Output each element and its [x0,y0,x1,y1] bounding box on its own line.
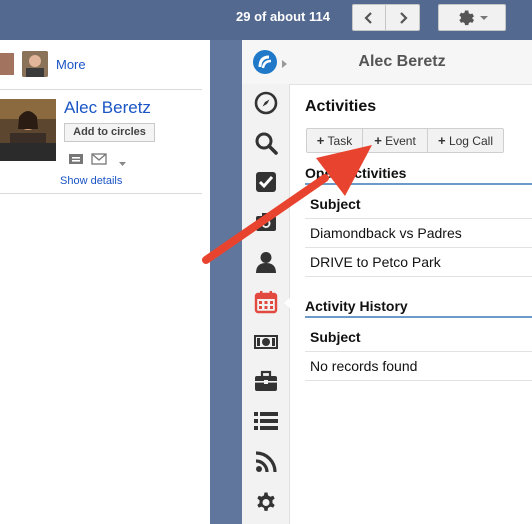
task-label: Task [327,134,353,148]
caret-down-icon[interactable] [118,155,127,173]
briefcase-icon[interactable] [252,367,280,395]
next-button[interactable] [386,4,420,31]
contact-name-link[interactable]: Alec Beretz [64,98,151,118]
row-divider [305,276,532,277]
crm-contact-name: Alec Beretz [358,53,446,70]
camera-icon[interactable] [252,208,280,236]
row-divider [305,247,532,248]
event-label: Event [385,134,416,148]
person-photo-icon [22,51,48,77]
profile-photo[interactable] [0,99,56,161]
divider [0,89,202,90]
divider [0,193,202,194]
section-divider [305,183,532,185]
previous-button[interactable] [352,4,386,31]
empty-state-text: No records found [310,358,418,374]
plus-icon: + [316,133,325,148]
person-icon[interactable] [252,248,280,276]
open-activities-title: Open Activities [305,165,407,181]
section-divider [305,316,532,318]
more-link[interactable]: More [56,57,86,72]
gear-icon[interactable] [252,488,280,516]
settings-button[interactable] [438,4,506,31]
add-event-button[interactable]: + Event [362,128,428,153]
chat-icon[interactable] [68,152,84,170]
gear-icon [458,10,474,25]
message-count: 29 of about 114 [236,9,330,24]
subject-column-header: Subject [310,196,361,212]
activities-title: Activities [305,98,377,115]
search-icon[interactable] [252,129,280,157]
show-details-link[interactable]: Show details [60,175,122,187]
activity-row[interactable]: DRIVE to Petco Park [310,254,441,270]
avatar[interactable] [22,51,48,77]
activity-row[interactable]: Diamondback vs Padres [310,225,462,241]
log-call-button[interactable]: + Log Call [427,128,504,153]
row-divider [305,380,532,381]
panel-separator [210,40,242,524]
calendar-icon[interactable] [252,288,280,316]
caret-down-icon [479,15,488,20]
row-divider [305,351,532,352]
plus-icon: + [374,133,382,148]
email-icon[interactable] [91,152,107,170]
subject-column-header: Subject [310,329,361,345]
active-pointer [284,296,292,315]
checkbox-icon[interactable] [252,168,280,196]
person-photo-icon [0,99,56,161]
plus-icon: + [438,133,446,148]
add-to-circles-button[interactable]: Add to circles [64,123,155,142]
list-icon[interactable] [252,407,280,435]
chevron-left-icon [364,11,372,24]
money-icon[interactable] [252,328,280,356]
rss-icon[interactable] [252,448,280,476]
log-call-label: Log Call [448,134,493,148]
avatar[interactable] [0,53,14,75]
add-task-button[interactable]: + Task [306,128,363,153]
activity-history-title: Activity History [305,298,408,314]
row-divider [305,218,532,219]
chevron-right-icon [399,11,408,24]
compass-icon[interactable] [252,89,280,117]
